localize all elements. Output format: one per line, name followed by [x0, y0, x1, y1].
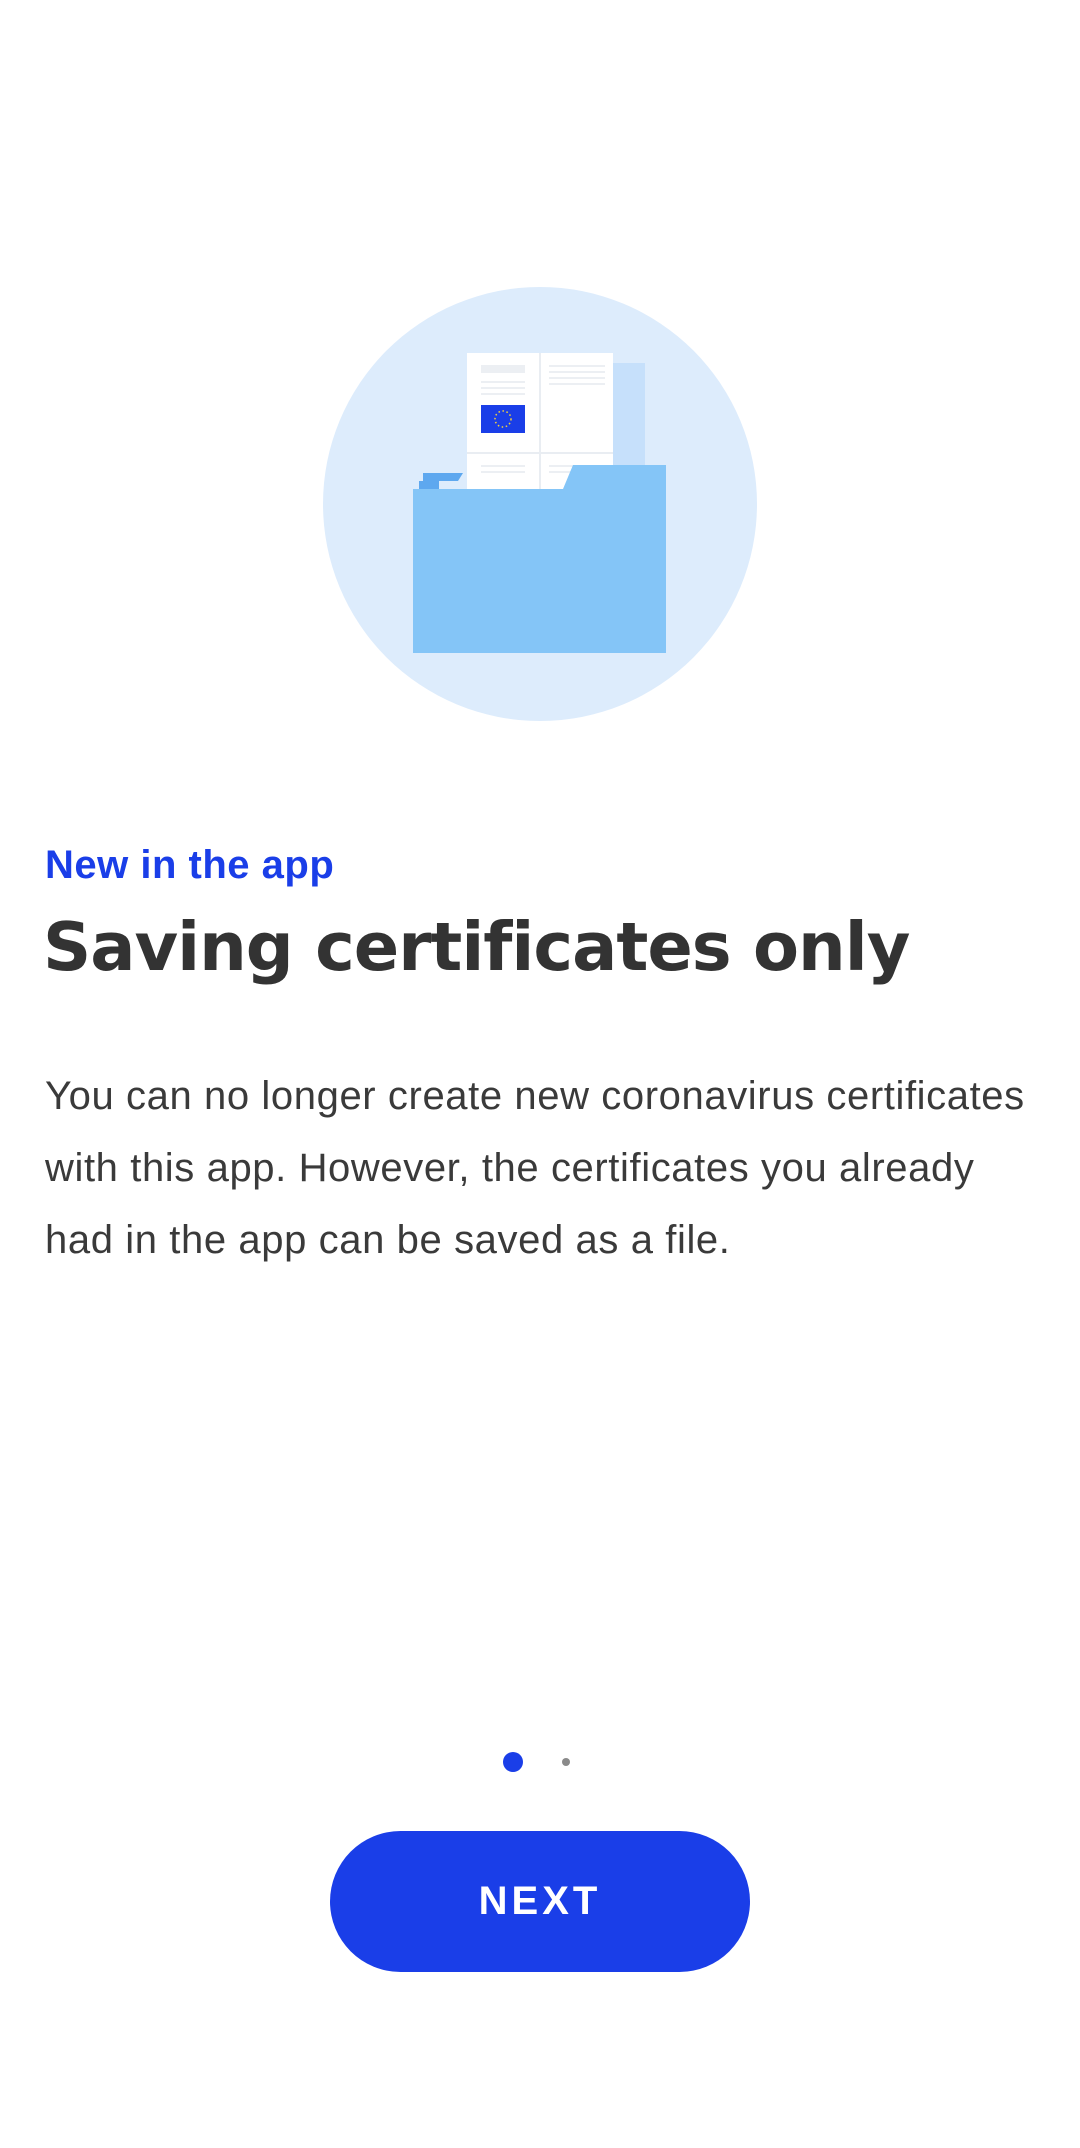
overline-label: New in the app [45, 843, 335, 887]
page-dot-active[interactable] [503, 1752, 523, 1772]
page-title: Saving certificates only [43, 908, 910, 986]
page-indicator [0, 1750, 1080, 1774]
page-dot-inactive[interactable] [562, 1758, 570, 1766]
description-text: You can no longer create new coronavirus… [45, 1074, 1025, 1262]
folder-with-certificate-icon [323, 287, 757, 721]
next-button[interactable]: NEXT [330, 1831, 750, 1972]
